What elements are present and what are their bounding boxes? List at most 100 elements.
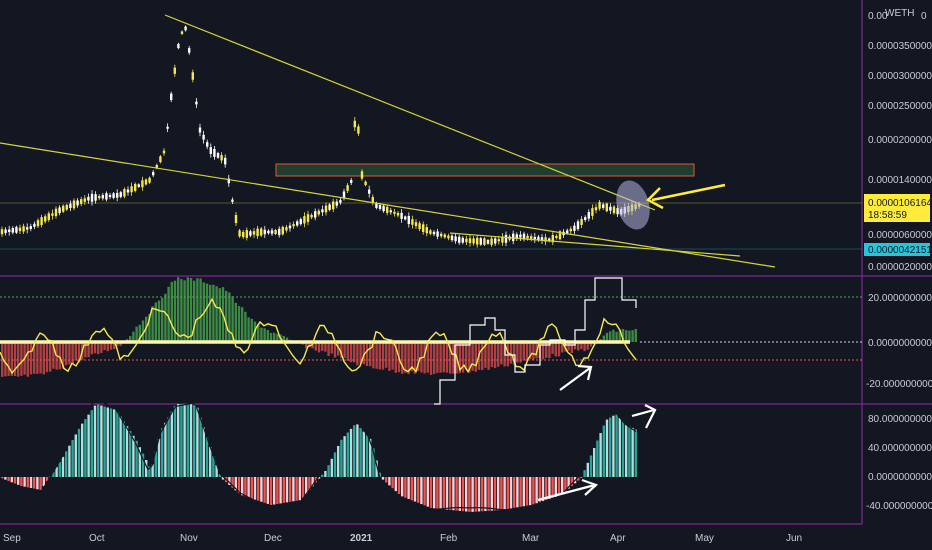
time-tick: Jun <box>786 533 802 544</box>
osc-bar <box>369 342 372 367</box>
candle-body <box>612 206 616 214</box>
osc-bar <box>452 342 455 374</box>
candle-body <box>36 220 40 227</box>
mom-bar <box>423 477 426 506</box>
price-tick: 0.0000300000 <box>868 71 932 82</box>
candle-body <box>198 127 202 133</box>
mom-bar <box>295 477 298 501</box>
mom-bar <box>605 419 609 477</box>
time-tick: Feb <box>440 533 458 544</box>
candle-body <box>87 196 90 201</box>
candle-body <box>350 180 353 183</box>
osc-bar <box>349 342 353 363</box>
candle-body <box>69 203 72 209</box>
mom-bar <box>612 415 615 477</box>
price-axis[interactable]: 0.00 WETH 0 0.0000350000 0.0000300000 0.… <box>864 8 932 273</box>
candle-body <box>598 201 601 209</box>
candle-body <box>306 214 310 222</box>
candle-body <box>123 189 126 197</box>
candle-body <box>137 184 140 187</box>
candle-body <box>418 223 421 229</box>
time-tick: 2021 <box>350 533 373 544</box>
candle-body <box>447 235 450 239</box>
mom-bar <box>458 477 461 511</box>
osc-tick: 0.0000000000 <box>868 338 932 349</box>
candle-body <box>267 230 270 234</box>
bar-countdown: 18:58:59 <box>868 210 907 221</box>
trading-chart[interactable]: 0.00 WETH 0 0.0000350000 0.0000300000 0.… <box>0 0 932 550</box>
mom-bar <box>420 477 423 505</box>
mom-bar <box>10 477 13 483</box>
mom-bar <box>39 477 42 490</box>
candle-body <box>519 234 522 238</box>
price-axis-top-suffix: 0 <box>921 11 927 22</box>
mom-bar <box>493 477 497 511</box>
candle-body <box>443 234 446 238</box>
mom-bar <box>500 477 503 510</box>
mom-bar <box>113 409 116 477</box>
candle-body <box>458 236 461 243</box>
mom-bar <box>487 477 490 511</box>
candle-body <box>0 229 4 235</box>
candle-body <box>479 238 482 245</box>
osc-bar <box>551 342 554 354</box>
candle-body <box>249 231 252 236</box>
candle-body <box>436 231 439 237</box>
candle-body <box>252 231 256 235</box>
osc-bar <box>433 342 436 374</box>
mom-bar <box>596 440 599 477</box>
candle-body <box>310 214 313 218</box>
mom-bar <box>477 477 481 512</box>
mom-bar <box>586 462 589 477</box>
osc-bar <box>170 281 173 342</box>
candle-body <box>533 236 536 239</box>
osc-bar <box>557 342 561 357</box>
osc-bar <box>29 342 33 375</box>
osc-bar <box>241 307 244 342</box>
candle-body <box>191 72 194 80</box>
mom-bar <box>263 477 266 503</box>
osc-bar <box>388 342 391 371</box>
price-tick: 0.0000020000 <box>868 262 932 273</box>
mom-bar <box>301 477 305 498</box>
mom-bar <box>337 446 340 477</box>
mom-bar <box>484 477 487 512</box>
mom-bar <box>330 458 333 477</box>
osc-bar <box>65 342 68 366</box>
candle-body <box>454 236 457 242</box>
osc-bar <box>186 277 189 342</box>
candle-body <box>504 234 508 243</box>
candle-body <box>76 200 79 206</box>
candle-body <box>4 229 7 233</box>
mom-bar <box>205 437 209 477</box>
osc-bar <box>465 342 468 371</box>
osc-bar <box>167 286 170 342</box>
osc-bar <box>493 342 497 369</box>
mom-bar <box>465 477 468 512</box>
osc-bar <box>525 342 529 361</box>
mom-bar <box>349 428 353 477</box>
mom-bar <box>609 417 612 477</box>
candle-body <box>62 205 65 212</box>
symbol-label: WETH <box>885 8 914 19</box>
time-tick: Oct <box>89 533 105 544</box>
mom-bar <box>449 477 452 510</box>
price-tick: 0.0000200000 <box>868 135 932 146</box>
candle-body <box>468 238 472 244</box>
osc-bar <box>212 284 215 342</box>
osc-bar <box>631 330 634 342</box>
mom-bar <box>522 477 525 507</box>
mom-bar <box>305 477 308 494</box>
mom-bar <box>157 438 161 477</box>
candle-body <box>353 120 356 128</box>
mom-bar <box>340 439 343 477</box>
resistance-zone <box>275 163 695 177</box>
osc-bar <box>4 342 7 377</box>
mom-tick: 40.0000000000 <box>868 443 932 454</box>
osc-bar <box>365 342 369 367</box>
price-tick: 0.0000250000 <box>868 101 932 112</box>
mom-bar <box>513 477 516 508</box>
mom-bar <box>333 452 337 477</box>
mom-bar <box>452 477 455 511</box>
mom-bar <box>471 477 474 512</box>
